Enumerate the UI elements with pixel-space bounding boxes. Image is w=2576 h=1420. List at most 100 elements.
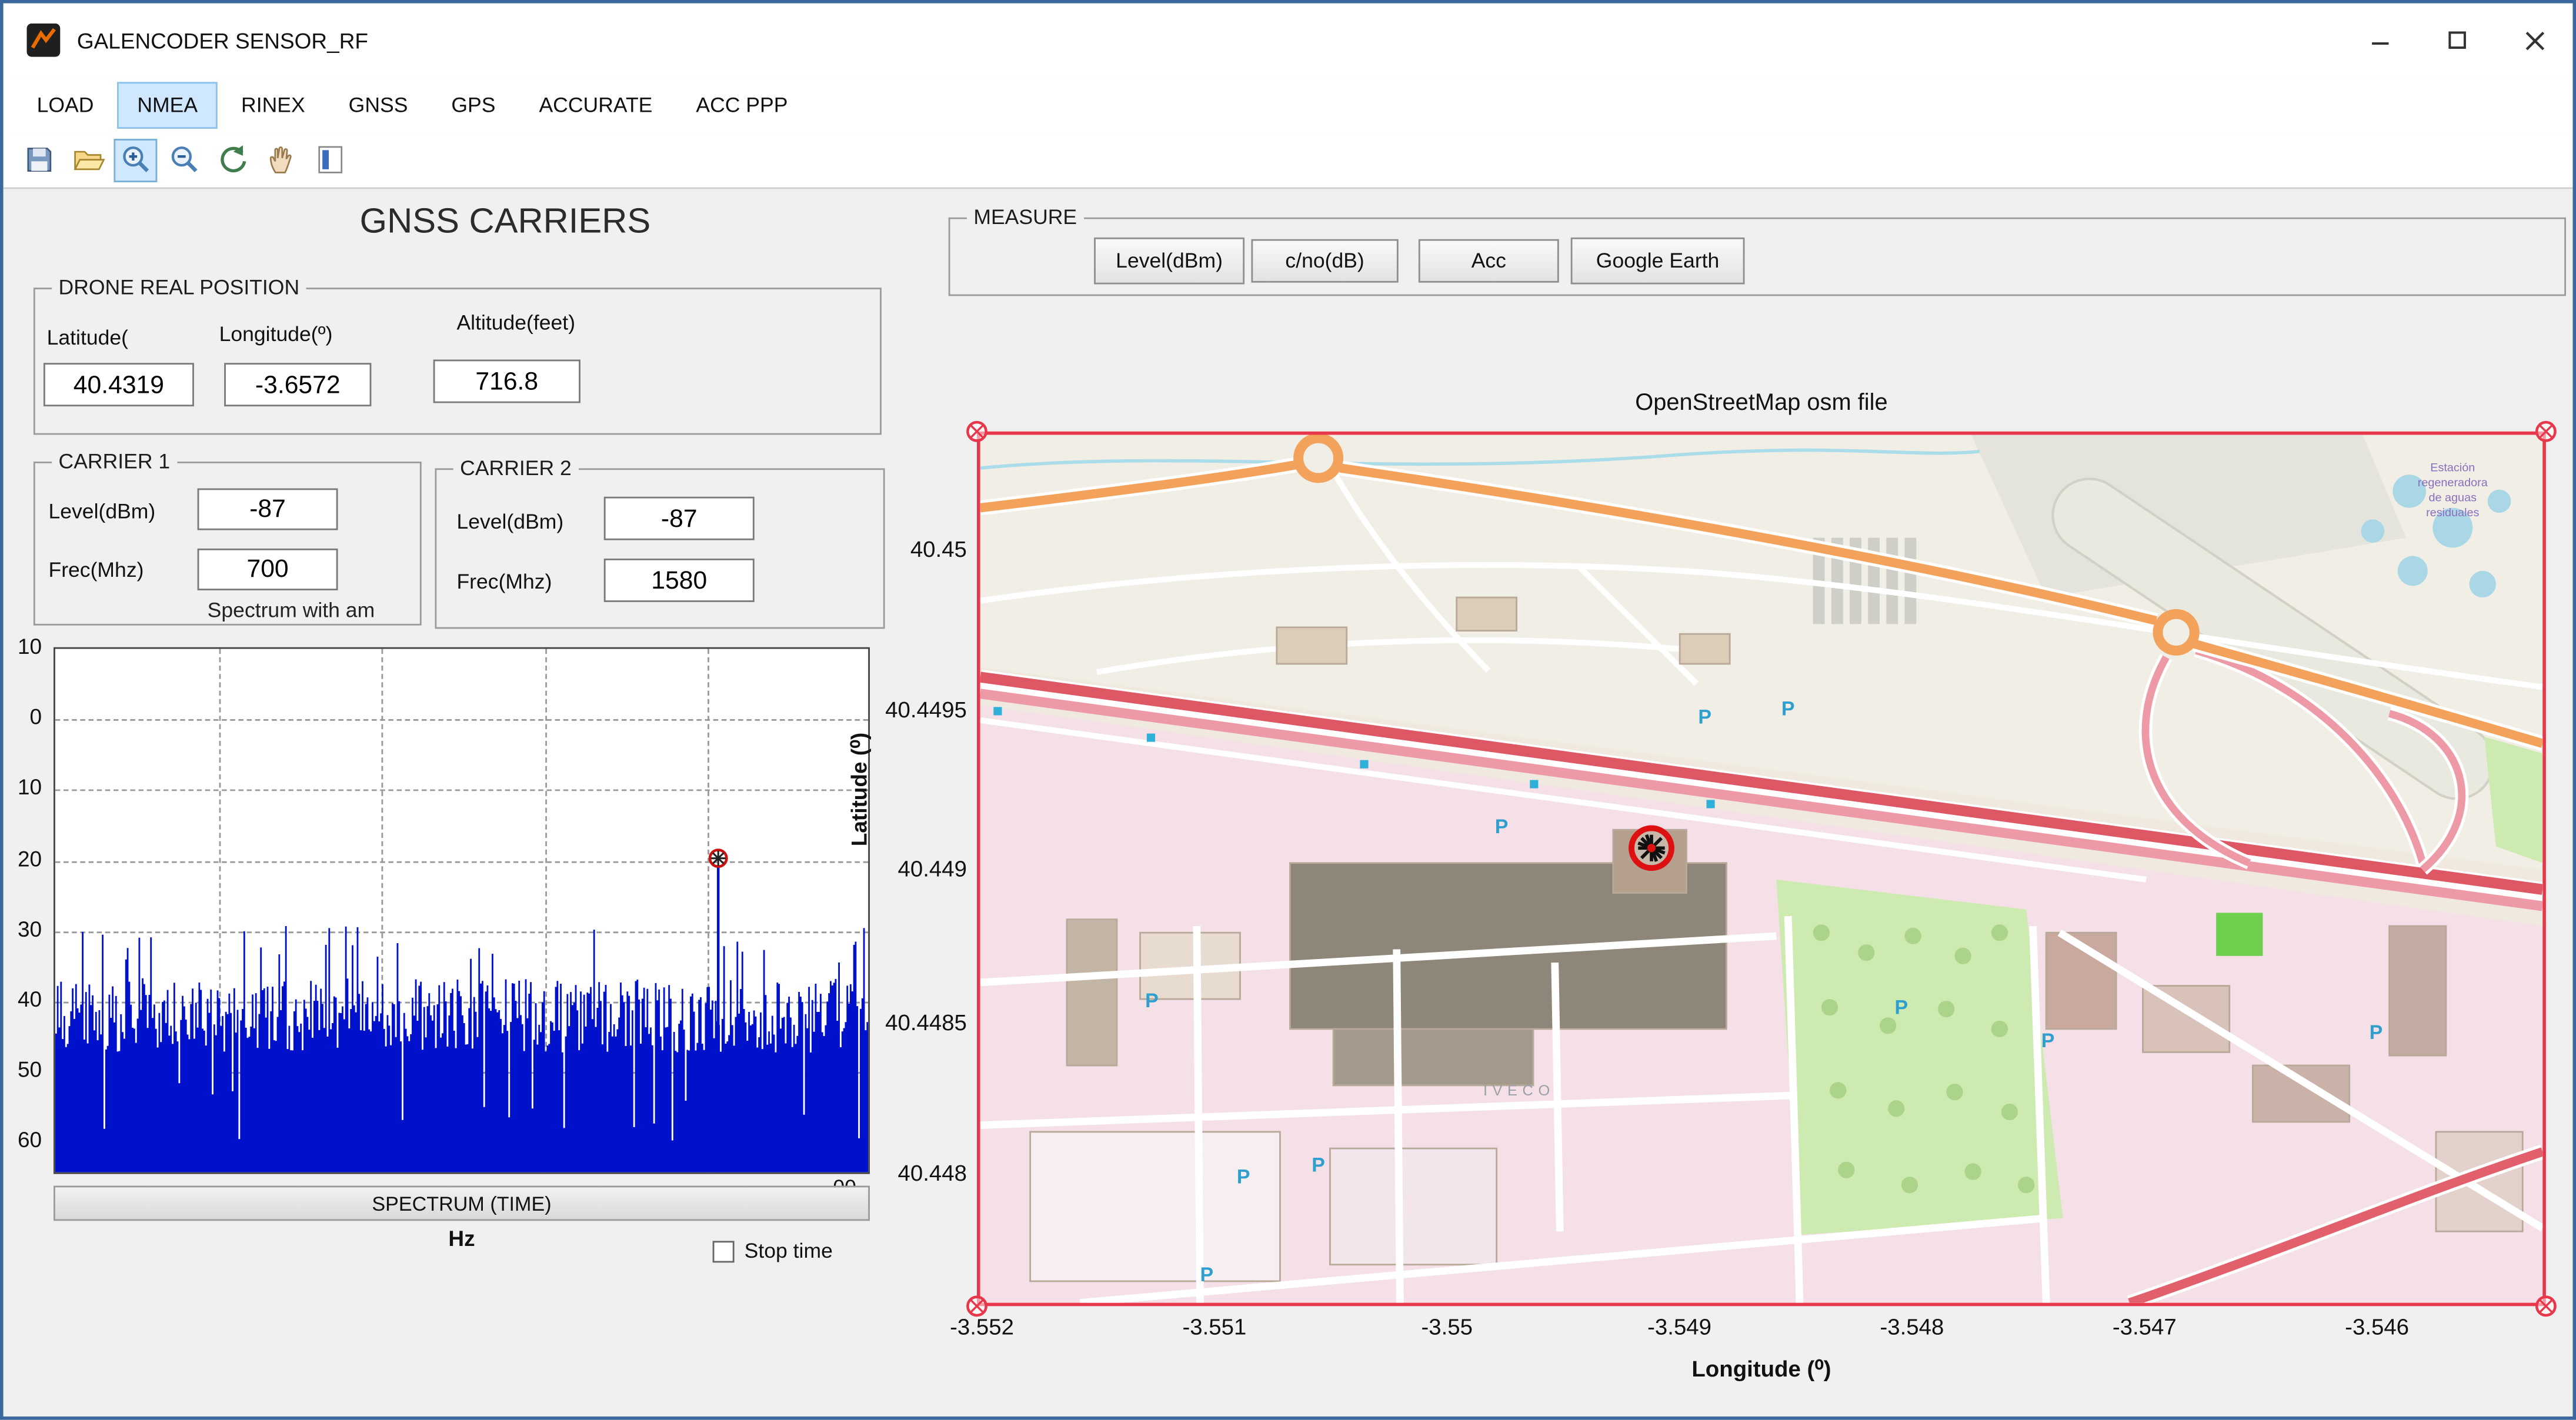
carrier1-freq-field[interactable]: 700 [198, 549, 338, 590]
drone-position-panel: DRONE REAL POSITION Latitude( 40.4319 Lo… [34, 288, 882, 435]
map-xtick: -3.552 [923, 1315, 1040, 1340]
latitude-label: Latitude( [47, 326, 128, 350]
parking-icon: P [1895, 997, 1908, 1019]
parking-icon: P [1698, 706, 1711, 729]
menu-nmea[interactable]: NMEA [117, 81, 218, 128]
maximize-icon [2447, 30, 2467, 50]
spectrum-ytick: 0 [4, 704, 42, 729]
roundabout [2158, 614, 2194, 650]
colorbar-icon[interactable] [308, 138, 351, 182]
map-ytick: 40.4495 [856, 697, 967, 723]
spectrum-plot[interactable] [54, 647, 870, 1174]
measure-acc-button[interactable]: Acc [1419, 239, 1559, 283]
spectrum-ytick: 10 [4, 774, 42, 800]
menu-load[interactable]: LOAD [16, 81, 114, 128]
altitude-field[interactable]: 716.8 [433, 360, 580, 403]
map-title: OpenStreetMap osm file [1510, 388, 2012, 415]
carrier2-freq-field[interactable]: 1580 [604, 559, 755, 602]
carrier1-level-label: Level(dBm) [48, 500, 155, 523]
carrier1-level-field[interactable]: -87 [198, 489, 338, 530]
map-xtick: -3.547 [2086, 1315, 2203, 1340]
save-icon[interactable] [16, 138, 60, 182]
window-title: GALENCODER SENSOR_RF [77, 28, 368, 53]
menu-accurate[interactable]: ACCURATE [519, 81, 672, 128]
map-ytick: 40.448 [856, 1161, 967, 1186]
parking-icon: P [1781, 698, 1795, 720]
parking-icon: P [1237, 1165, 1250, 1188]
map-xtick: -3.548 [1853, 1315, 1970, 1340]
spectrum-ytick: 30 [4, 917, 42, 942]
map-corner-handle[interactable] [2532, 418, 2560, 445]
matlab-app-icon [27, 24, 61, 57]
carrier1-panel-title: CARRIER 1 [52, 450, 176, 473]
app-window: GALENCODER SENSOR_RF LOAD NMEA RINEX GNS… [0, 0, 2576, 1420]
window-controls [2342, 4, 2572, 77]
spectrum-time-button[interactable]: SPECTRUM (TIME) [54, 1186, 870, 1221]
minimize-button[interactable] [2342, 4, 2419, 77]
map-xtick: -3.546 [2318, 1315, 2435, 1340]
carrier2-panel: CARRIER 2 Level(dBm) -87 Frec(Mhz) 1580 [435, 468, 885, 629]
carrier2-level-field[interactable]: -87 [604, 497, 755, 540]
svg-text:de aguas: de aguas [2428, 491, 2477, 504]
rotate-3d-icon[interactable] [211, 138, 254, 182]
open-folder-icon[interactable] [65, 138, 109, 182]
measure-panel: MEASURE Level(dBm) c/no(dB) Acc Google E… [949, 218, 2566, 296]
altitude-label: Altitude(feet) [456, 311, 575, 335]
measure-cno-button[interactable]: c/no(dB) [1251, 239, 1398, 283]
parking-icon: P [1200, 1264, 1214, 1286]
svg-text:regeneradora: regeneradora [2418, 476, 2488, 489]
spectrum-trace [55, 649, 868, 1172]
latitude-field[interactable]: 40.4319 [44, 363, 194, 406]
map-xtick: -3.55 [1389, 1315, 1506, 1340]
carrier1-freq-label: Frec(Mhz) [48, 559, 144, 582]
map-xtick: -3.551 [1156, 1315, 1273, 1340]
maximize-button[interactable] [2419, 4, 2496, 77]
minimize-icon [2370, 30, 2390, 50]
spectrum-ytick: 40 [4, 987, 42, 1012]
longitude-label: Longitude(º) [219, 323, 333, 346]
carrier2-panel-title: CARRIER 2 [453, 456, 578, 480]
parking-icon: P [2041, 1030, 2055, 1052]
stop-time-control: Stop time [713, 1239, 833, 1263]
map-corner-handle[interactable] [963, 418, 990, 445]
spectrum-y-axis: 10 0 10 20 30 40 50 60 [4, 647, 47, 1174]
zoom-out-icon[interactable] [162, 138, 206, 182]
measure-level-button[interactable]: Level(dBm) [1094, 238, 1244, 285]
menu-gps[interactable]: GPS [431, 81, 515, 128]
content-area: GNSS CARRIERS MEASURE Level(dBm) c/no(dB… [4, 189, 2573, 1416]
osm-map-image: Estación regeneradora de aguas residuale… [980, 435, 2542, 1302]
menu-gnss[interactable]: GNSS [329, 81, 428, 128]
close-button[interactable] [2496, 4, 2573, 77]
stop-time-label: Stop time [745, 1239, 833, 1263]
parking-icon: P [1312, 1154, 1325, 1177]
menu-bar: LOAD NMEA RINEX GNSS GPS ACCURATE ACC PP… [4, 77, 2573, 132]
map-xlabel: Longitude (⁰) [1577, 1356, 1946, 1384]
map-ytick: 40.4485 [856, 1010, 967, 1035]
menu-rinex[interactable]: RINEX [221, 81, 325, 128]
longitude-field[interactable]: -3.6572 [224, 363, 371, 406]
pan-hand-icon[interactable] [259, 138, 303, 182]
spectrum-title: Spectrum with am [208, 599, 375, 622]
roundabout [1299, 438, 1339, 478]
spectrum-ytick: 50 [4, 1057, 42, 1082]
svg-text:residuales: residuales [2426, 506, 2479, 519]
close-icon [2523, 29, 2545, 51]
menu-acc-ppp[interactable]: ACC PPP [676, 81, 807, 128]
parking-icon: P [1495, 816, 1509, 838]
measure-panel-title: MEASURE [967, 206, 1084, 229]
zoom-in-icon[interactable] [114, 138, 157, 182]
stop-time-checkbox[interactable] [713, 1240, 735, 1262]
page-title: GNSS CARRIERS [204, 202, 806, 242]
map-ytick: 40.449 [856, 856, 967, 881]
svg-text:Estación: Estación [2430, 462, 2475, 475]
iveco-label: IVECO [1483, 1082, 1555, 1099]
carrier-spike-marker [710, 850, 726, 867]
drone-position-marker [1631, 828, 1671, 868]
osm-map[interactable]: Estación regeneradora de aguas residuale… [977, 432, 2546, 1307]
titlebar: GALENCODER SENSOR_RF [4, 4, 2573, 77]
spectrum-ytick: 60 [4, 1127, 42, 1152]
measure-google-earth-button[interactable]: Google Earth [1571, 238, 1745, 285]
toolbar [4, 132, 2573, 189]
map-ytick: 40.45 [856, 537, 967, 562]
map-corner-handle[interactable] [2532, 1293, 2560, 1320]
